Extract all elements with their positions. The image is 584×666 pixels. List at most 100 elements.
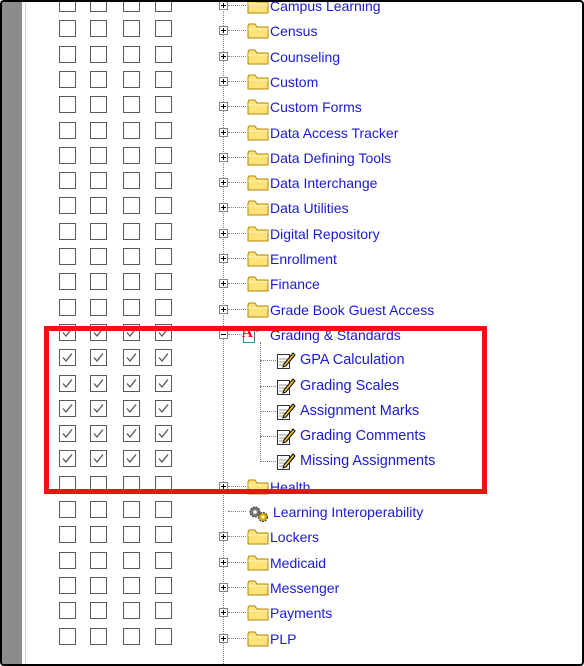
tree-node[interactable]: Learning Interoperability	[2, 499, 558, 524]
connector-line	[228, 131, 246, 134]
folder-icon	[247, 302, 269, 318]
tree-node-label[interactable]: Learning Interoperability	[273, 504, 423, 520]
folder-icon-wrap	[247, 554, 269, 576]
folder-icon	[247, 74, 269, 90]
expand-icon[interactable]	[219, 178, 228, 188]
folder-icon	[247, 631, 269, 646]
folder-icon	[247, 23, 269, 39]
tree-node-label[interactable]: Counseling	[270, 49, 340, 65]
connector-line	[228, 156, 246, 159]
connector-line	[228, 511, 246, 513]
tree-row: Data Interchange	[2, 170, 558, 195]
expand-icon[interactable]	[219, 228, 228, 238]
expand-icon[interactable]	[219, 2, 228, 10]
folder-icon	[247, 200, 269, 216]
expand-icon[interactable]	[219, 102, 228, 112]
expand-icon[interactable]	[219, 203, 228, 213]
tree-row: Medicaid	[2, 550, 558, 575]
expand-icon[interactable]	[219, 633, 228, 643]
tree-node-label[interactable]: Grade Book Guest Access	[270, 302, 434, 318]
tree-node-label[interactable]: Payments	[270, 605, 332, 621]
connector-line	[228, 258, 246, 260]
folder-icon	[247, 49, 269, 65]
expand-icon[interactable]	[219, 152, 228, 162]
connector-line	[228, 106, 246, 108]
highlight-box	[44, 326, 487, 494]
connector-line	[228, 207, 246, 209]
tree-row: Data Access Tracker	[2, 120, 558, 145]
folder-icon-wrap	[247, 225, 269, 247]
tree-node[interactable]: Data Defining Tools	[2, 145, 558, 170]
folder-icon-wrap	[247, 2, 269, 19]
tree-row: Custom	[2, 69, 558, 94]
tree-node[interactable]: Messenger	[2, 575, 558, 600]
tree-node[interactable]: Census	[2, 18, 558, 43]
folder-icon	[247, 555, 269, 571]
tree-node[interactable]: Payments	[2, 600, 558, 625]
tree-node[interactable]: Campus Learning	[2, 2, 558, 19]
tree-node-label[interactable]: Custom	[270, 74, 318, 90]
connector-line	[228, 30, 246, 32]
tree-node-label[interactable]: Campus Learning	[270, 2, 381, 14]
tree-node[interactable]: Enrollment	[2, 246, 558, 271]
tree-row: PLP	[2, 626, 558, 651]
tree-row: Payments	[2, 600, 558, 625]
tree-node[interactable]: Lockers	[2, 524, 558, 549]
tree-node-label[interactable]: Medicaid	[270, 555, 326, 571]
tree-node-label[interactable]: Custom Forms	[270, 99, 362, 115]
tree-node-label[interactable]: Lockers	[270, 529, 319, 545]
folder-icon	[247, 150, 269, 166]
expand-icon[interactable]	[219, 51, 228, 61]
connector-line	[228, 182, 246, 184]
tree-row: Data Utilities	[2, 195, 558, 220]
connector-line	[228, 586, 246, 589]
expand-icon[interactable]	[219, 76, 228, 86]
connector-line	[228, 55, 246, 58]
tree-row: Finance	[2, 271, 558, 296]
expand-icon[interactable]	[219, 557, 228, 567]
tree-node[interactable]: Data Utilities	[2, 195, 558, 220]
tree-node[interactable]: Data Interchange	[2, 170, 558, 195]
expand-icon[interactable]	[219, 304, 228, 314]
tree-node-label[interactable]: PLP	[270, 631, 296, 647]
tree-node-label[interactable]: Data Defining Tools	[270, 150, 391, 166]
expand-icon[interactable]	[219, 26, 228, 36]
tree-node-label[interactable]: Data Utilities	[270, 200, 349, 216]
folder-icon	[247, 175, 269, 191]
tree-node[interactable]: Grade Book Guest Access	[2, 297, 558, 322]
folder-icon	[247, 125, 269, 140]
tree-node-label[interactable]: Messenger	[270, 580, 339, 596]
tree-node-label[interactable]: Finance	[270, 276, 320, 292]
tree-row: Census	[2, 18, 558, 43]
folder-icon-wrap	[247, 604, 269, 626]
expand-icon[interactable]	[219, 608, 228, 618]
expand-icon[interactable]	[219, 279, 228, 289]
gears-icon	[249, 506, 268, 522]
folder-icon-wrap	[247, 73, 269, 95]
expand-icon[interactable]	[219, 532, 228, 542]
folder-icon-wrap	[247, 301, 269, 323]
expand-icon[interactable]	[219, 127, 228, 137]
folder-icon-wrap	[247, 174, 269, 196]
tree-node-label[interactable]: Data Interchange	[270, 175, 377, 191]
tree-node-label[interactable]: Data Access Tracker	[270, 125, 398, 141]
tree-node[interactable]: Custom	[2, 69, 558, 94]
folder-icon-wrap	[247, 48, 269, 70]
tree-node-label[interactable]: Census	[270, 23, 317, 39]
tree-node-label[interactable]: Enrollment	[270, 251, 337, 267]
tree-row: Grade Book Guest Access	[2, 297, 558, 322]
folder-icon-wrap	[247, 124, 269, 146]
tree-node-label[interactable]: Digital Repository	[270, 226, 380, 242]
tree-node[interactable]: Medicaid	[2, 550, 558, 575]
tree-node[interactable]: Finance	[2, 271, 558, 296]
tree-node[interactable]: Counseling	[2, 44, 558, 69]
tree-node[interactable]: Data Access Tracker	[2, 120, 558, 145]
expand-icon[interactable]	[219, 254, 228, 263]
connector-line	[228, 308, 246, 311]
tree-node[interactable]: PLP	[2, 626, 558, 651]
tool-rights-tree-panel: Campus Learning Census Counseling Custom Cus…	[0, 0, 584, 666]
expand-icon[interactable]	[219, 582, 228, 592]
tree-node[interactable]: Custom Forms	[2, 94, 558, 119]
folder-icon-wrap	[247, 630, 269, 652]
tree-node[interactable]: Digital Repository	[2, 221, 558, 246]
